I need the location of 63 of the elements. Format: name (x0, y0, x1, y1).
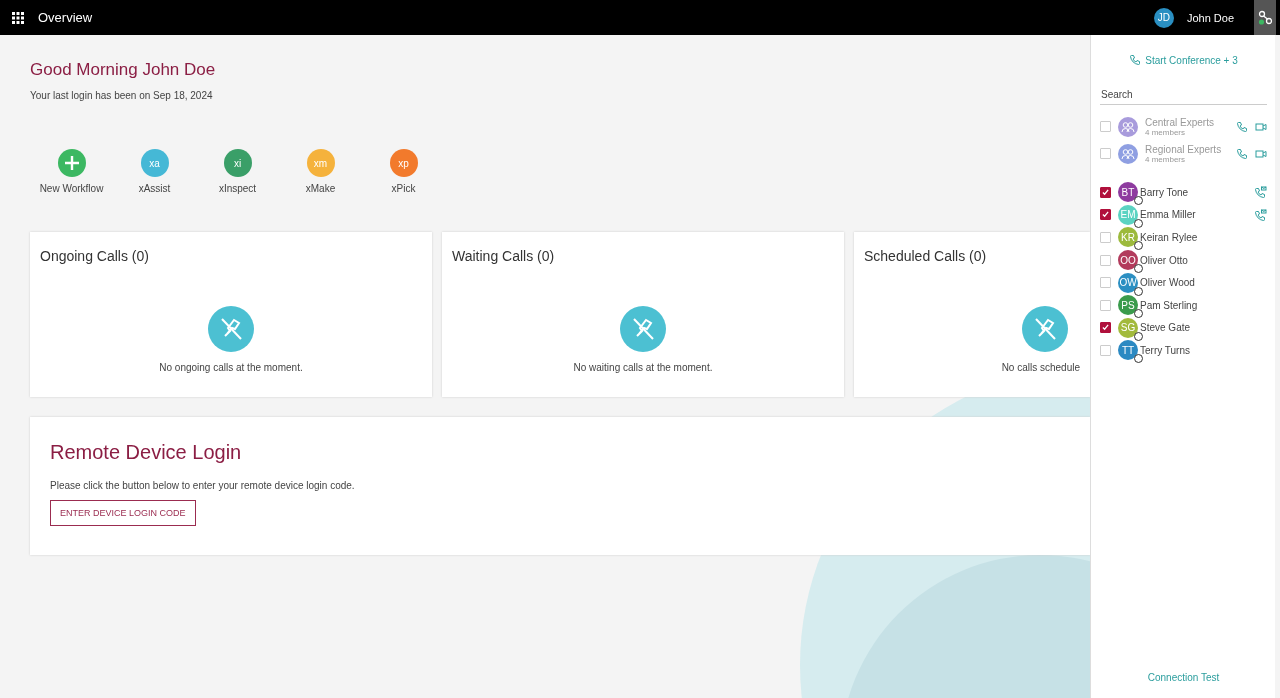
enter-code-button[interactable]: ENTER DEVICE LOGIN CODE (50, 500, 196, 526)
status-indicator (1134, 218, 1143, 228)
apps-grid-icon[interactable] (12, 11, 24, 24)
app-logo: xp (389, 149, 418, 177)
contact-avatar: SG (1118, 317, 1138, 338)
instruction-text: Please click the button below to enter your remote device login code. (50, 480, 356, 491)
video-icon[interactable] (1255, 147, 1267, 160)
contact-avatar: KR (1118, 227, 1138, 248)
app-logo: xm (306, 149, 335, 177)
contact-name[interactable]: Terry Turns (1140, 344, 1267, 356)
status-indicator (1134, 264, 1143, 274)
user-name[interactable]: John Doe (1186, 11, 1234, 24)
connection-button[interactable] (1254, 0, 1276, 35)
app-logo: xi (223, 149, 252, 177)
status-indicator (1134, 354, 1143, 364)
network-icon (1257, 9, 1273, 26)
contact-avatar: OO (1118, 250, 1138, 271)
page-title: Overview (38, 10, 94, 25)
greeting-title: Good Morning John Doe (30, 60, 217, 80)
contact-avatar: OW (1118, 272, 1138, 293)
status-indicator (1134, 309, 1143, 319)
contact-name[interactable]: Barry Tone (1140, 186, 1247, 198)
contact-avatar: BT (1118, 182, 1138, 203)
contact-name[interactable]: Emma Miller (1140, 209, 1247, 221)
user-avatar[interactable]: JD (1153, 7, 1174, 28)
contact-name[interactable]: Oliver Otto (1140, 254, 1267, 266)
last-login-text: Your last login has been on Sep 18, 2024 (30, 90, 214, 101)
card-title: Remote Device Login (50, 441, 243, 464)
checkbox[interactable] (1100, 322, 1111, 334)
contact-name[interactable]: Steve Gate (1140, 322, 1267, 334)
no-calls-icon (208, 306, 254, 352)
phone-icon[interactable] (1236, 120, 1248, 133)
app-logo: xa (140, 149, 169, 177)
empty-message: No waiting calls at the moment. (573, 362, 713, 373)
checkbox[interactable] (1100, 209, 1111, 221)
no-calls-icon (1022, 306, 1068, 352)
card-title: Waiting Calls (0) (452, 248, 556, 264)
app-launcher[interactable]: xp xPick (362, 149, 445, 194)
video-icon[interactable] (1255, 120, 1267, 133)
contact-avatar: TT (1118, 340, 1138, 361)
phone-icon[interactable] (1129, 54, 1142, 66)
status-indicator (1134, 286, 1143, 296)
card-title: Ongoing Calls (0) (40, 248, 150, 264)
card-title: Scheduled Calls (0) (864, 248, 988, 264)
empty-message: No ongoing calls at the moment. (159, 362, 303, 373)
app-launcher[interactable]: xi xInspect (196, 149, 279, 194)
app-launcher[interactable]: xm xMake (279, 149, 362, 194)
contact-name[interactable]: Keiran Rylee (1140, 232, 1267, 243)
checkbox[interactable] (1100, 186, 1111, 198)
status-indicator (1134, 196, 1143, 206)
app-launcher[interactable]: xa xAssist (113, 149, 196, 194)
member-count: 4 members (1145, 154, 1186, 164)
empty-message: No calls schedule (1001, 362, 1080, 373)
status-indicator (1134, 331, 1143, 341)
contact-avatar: EM (1118, 204, 1138, 225)
contact-name[interactable]: Pam Sterling (1140, 299, 1267, 311)
member-count: 4 members (1145, 127, 1185, 137)
no-calls-icon (620, 306, 666, 352)
contact-name[interactable]: Oliver Wood (1140, 277, 1267, 289)
app-launcher[interactable]: New Workflow (30, 149, 113, 194)
status-indicator (1134, 241, 1143, 251)
contact-avatar: PS (1118, 295, 1138, 316)
phone-icon[interactable] (1236, 147, 1248, 160)
